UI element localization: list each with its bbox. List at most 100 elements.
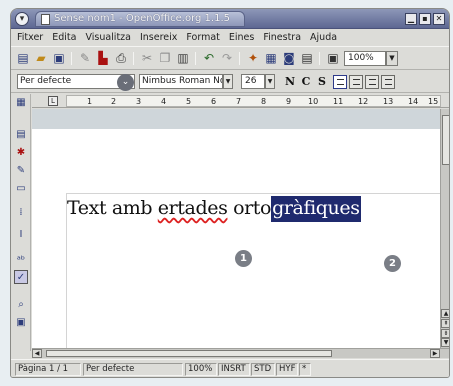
window-menu-icon[interactable]: ▾ bbox=[15, 12, 29, 26]
minimize-icon[interactable]: ▁ bbox=[405, 13, 417, 25]
bold-button[interactable]: N bbox=[283, 75, 297, 89]
document-page[interactable]: Text amb ertades ortogràfiques bbox=[32, 129, 440, 348]
status-zoom[interactable]: 100% bbox=[185, 363, 217, 376]
redo-button[interactable]: ↷ bbox=[219, 51, 235, 66]
main-toolbar-vertical: ▦ ▤ ✱ ✎ ▭ ⁞ Ⅰ ᵃᵇ ✓ ⌕ ▣ bbox=[11, 94, 31, 351]
underline-button[interactable]: S bbox=[315, 75, 329, 89]
callout-marker-1: 1 bbox=[235, 250, 252, 267]
draw-functions-button[interactable]: ▭ bbox=[14, 182, 28, 196]
redo-icon: ↷ bbox=[221, 51, 233, 65]
font-name-select[interactable]: Nimbus Roman No bbox=[139, 74, 223, 89]
menu-view[interactable]: Visualitza bbox=[85, 32, 131, 43]
scroll-left-icon[interactable]: ◀ bbox=[32, 349, 42, 358]
ruler-tick: 13 bbox=[383, 97, 394, 106]
misspelled-word[interactable]: ertades bbox=[158, 197, 228, 219]
status-insert-mode[interactable]: INSRT bbox=[218, 363, 250, 376]
font-size-select[interactable]: 26 bbox=[241, 74, 265, 89]
copy-button[interactable]: ❐ bbox=[157, 51, 173, 66]
insert-button[interactable]: ▦ bbox=[14, 96, 28, 110]
close-icon[interactable]: ✕ bbox=[433, 13, 445, 25]
next-page-icon[interactable]: ⇟ bbox=[441, 329, 449, 338]
justify-button[interactable] bbox=[381, 75, 395, 89]
edit-file-button[interactable]: ▤ bbox=[15, 51, 31, 66]
paste-button[interactable]: ▥ bbox=[175, 51, 191, 66]
open-button[interactable]: ▰ bbox=[33, 51, 49, 66]
horizontal-scroll-thumb[interactable] bbox=[46, 350, 332, 357]
status-page-style[interactable]: Per defecte bbox=[83, 363, 183, 376]
save-button[interactable]: ▣ bbox=[51, 51, 67, 66]
table-icon: ▦ bbox=[265, 51, 277, 65]
toolbar-separator bbox=[319, 52, 320, 65]
form-controls-button[interactable]: ✎ bbox=[14, 164, 28, 178]
navigator-icon: ✦ bbox=[247, 51, 259, 65]
ruler-tick: 8 bbox=[261, 97, 267, 106]
horizontal-ruler[interactable]: L 1 2 3 4 5 6 7 8 9 10 11 12 13 14 15 bbox=[32, 94, 449, 108]
pdf-icon: ▙ bbox=[98, 51, 108, 65]
scroll-up-icon[interactable]: ▲ bbox=[441, 309, 449, 318]
zoom-dropdown-icon[interactable]: ▼ bbox=[386, 51, 398, 66]
ruler-tick: 4 bbox=[161, 97, 167, 106]
menu-file[interactable]: Fitxer bbox=[17, 32, 43, 43]
scroll-right-icon[interactable]: ▶ bbox=[430, 349, 440, 358]
prev-page-icon[interactable]: ⇞ bbox=[441, 319, 449, 328]
edit-mode-button[interactable]: ✎ bbox=[77, 51, 93, 66]
status-hyperlink-mode[interactable]: HYF bbox=[276, 363, 298, 376]
maximize-icon[interactable]: ▪ bbox=[419, 13, 431, 25]
undo-button[interactable]: ↶ bbox=[201, 51, 217, 66]
table-button[interactable]: ▦ bbox=[263, 51, 279, 66]
tab-stop-icon[interactable]: L bbox=[48, 96, 58, 106]
title-tab[interactable]: Sense nom1 - OpenOffice.org 1.1.5 bbox=[35, 11, 245, 27]
align-right-icon bbox=[369, 79, 376, 85]
menu-insert[interactable]: Insereix bbox=[140, 32, 177, 43]
menu-help[interactable]: Ajuda bbox=[310, 32, 337, 43]
align-center-button[interactable] bbox=[349, 75, 363, 89]
menu-window[interactable]: Finestra bbox=[263, 32, 301, 43]
cut-button[interactable]: ✂ bbox=[139, 51, 155, 66]
zoom-button[interactable]: ▣ bbox=[325, 51, 341, 66]
vertical-scroll-thumb[interactable] bbox=[442, 115, 449, 165]
style-dropdown-icon[interactable]: ⌄ bbox=[117, 74, 134, 91]
horizontal-scrollbar[interactable]: ◀ ▶ bbox=[32, 348, 449, 358]
undo-icon: ↶ bbox=[203, 51, 215, 65]
navigator-button[interactable]: ✦ bbox=[245, 51, 261, 66]
text-run: Text amb bbox=[67, 197, 158, 219]
align-left-button[interactable] bbox=[333, 75, 347, 89]
status-selection-mode[interactable]: STD bbox=[251, 363, 275, 376]
scroll-down-icon[interactable]: ▼ bbox=[441, 338, 449, 347]
status-page: Pàgina 1 / 1 bbox=[15, 363, 81, 376]
gallery-side-button[interactable]: ▣ bbox=[14, 316, 28, 330]
menu-edit[interactable]: Edita bbox=[52, 32, 76, 43]
ruler-tick: 14 bbox=[408, 97, 419, 106]
menu-format[interactable]: Format bbox=[186, 32, 219, 43]
insert-object-button[interactable]: ✱ bbox=[14, 146, 28, 160]
menu-tools[interactable]: Eines bbox=[229, 32, 254, 43]
document-paragraph[interactable]: Text amb ertades ortogràfiques bbox=[67, 196, 361, 222]
italic-button[interactable]: C bbox=[299, 75, 313, 89]
find-replace-button[interactable]: ⌕ bbox=[14, 298, 28, 312]
text-boundary-top bbox=[66, 193, 440, 194]
size-dropdown-icon[interactable]: ▼ bbox=[265, 74, 275, 89]
window-title: Sense nom1 - OpenOffice.org 1.1.5 bbox=[54, 13, 231, 24]
data-sources-button[interactable]: ▤ bbox=[299, 51, 315, 66]
export-pdf-button[interactable]: ▙ bbox=[95, 51, 111, 66]
font-dropdown-icon[interactable]: ▼ bbox=[223, 74, 233, 89]
zoom-select[interactable]: 100% bbox=[344, 51, 386, 66]
document-area[interactable]: Text amb ertades ortogràfiques 1 2 bbox=[32, 109, 440, 348]
selected-text[interactable]: gràfiques bbox=[271, 196, 361, 222]
insert-fields-button[interactable]: ▤ bbox=[14, 128, 28, 142]
zoom-icon: ▣ bbox=[327, 51, 339, 65]
autospellcheck-button[interactable]: ✓ bbox=[14, 270, 28, 284]
spellcheck-button[interactable]: ᵃᵇ bbox=[14, 254, 28, 268]
ruler-tick: 11 bbox=[333, 97, 344, 106]
ruler-tick: 9 bbox=[286, 97, 292, 106]
align-right-button[interactable] bbox=[365, 75, 379, 89]
edit-file-icon: ▤ bbox=[17, 51, 29, 65]
print-button[interactable]: ⎙ bbox=[113, 51, 129, 66]
scissors-icon: ✂ bbox=[141, 51, 153, 65]
text-cursor-button[interactable]: ⁞ bbox=[14, 206, 28, 220]
gallery-button[interactable]: ◙ bbox=[281, 51, 297, 66]
ruler-tick: 5 bbox=[186, 97, 192, 106]
title-bar[interactable]: ▾ Sense nom1 - OpenOffice.org 1.1.5 ▁ ▪ … bbox=[11, 9, 449, 29]
cursor-icon[interactable]: Ⅰ bbox=[14, 228, 28, 242]
vertical-scrollbar[interactable]: ▲ ⇞ ⇟ ▼ bbox=[440, 109, 449, 348]
